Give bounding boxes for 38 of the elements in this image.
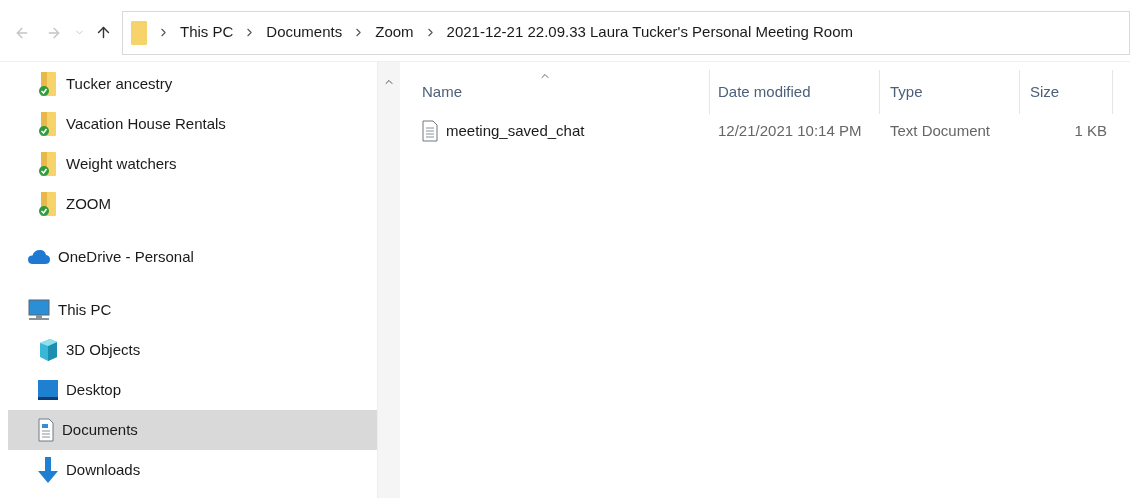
document-icon — [38, 418, 54, 442]
cloud-icon — [28, 250, 50, 264]
up-arrow-icon[interactable] — [95, 24, 112, 41]
breadcrumb[interactable]: Documents — [266, 21, 343, 44]
sidebar-item[interactable]: Tucker ancestry — [8, 64, 377, 104]
address-bar[interactable]: This PC Documents Zoom 2021-12-21 22.09.33 Laura Tucker's Personal Meeting Room — [122, 10, 1130, 55]
sidebar-item[interactable]: ZOOM — [8, 184, 377, 224]
column-header[interactable]: Type — [880, 70, 1020, 114]
computer-icon — [28, 299, 50, 321]
sidebar-item[interactable]: Vacation House Rentals — [8, 104, 377, 144]
type-cell-text: Text Document — [889, 120, 992, 141]
synced-folder-icon — [38, 71, 58, 97]
sidebar-item[interactable]: Downloads — [8, 450, 377, 490]
synced-folder-icon — [38, 111, 58, 137]
synced-folder-icon — [38, 151, 58, 177]
breadcrumb[interactable]: 2021-12-21 22.09.33 Laura Tucker's Personal Meeting Room — [446, 21, 853, 44]
folder-icon — [131, 20, 147, 45]
column-header[interactable]: Name — [400, 70, 710, 114]
scrollbar[interactable] — [378, 62, 400, 498]
sidebar-item[interactable]: Weight watchers — [8, 144, 377, 184]
text-file-icon — [422, 120, 438, 142]
file-row[interactable]: meeting_saved_chat 12/21/2021 10:14 PM Text Document 1 KB — [400, 114, 1130, 148]
breadcrumb[interactable]: Zoom — [375, 21, 414, 44]
synced-folder-icon — [38, 191, 58, 217]
desktop-icon — [38, 380, 58, 400]
cube-icon — [38, 338, 58, 362]
date-modified-cell-text: 12/21/2021 10:14 PM — [717, 120, 863, 141]
file-name: meeting_saved_chat — [446, 120, 585, 141]
sidebar-item[interactable]: Documents — [8, 410, 377, 450]
sidebar-item[interactable]: Desktop — [8, 370, 377, 410]
download-arrow-icon — [38, 457, 58, 483]
column-header[interactable]: Size — [1020, 70, 1113, 114]
sidebar-item[interactable]: This PC — [8, 290, 377, 330]
size-cell-text: 1 KB — [1073, 120, 1108, 141]
breadcrumb[interactable]: This PC — [180, 21, 234, 44]
sidebar-item[interactable]: 3D Objects — [8, 330, 377, 370]
sidebar-item[interactable]: OneDrive - Personal — [8, 237, 377, 277]
column-header[interactable]: Date modified — [710, 70, 880, 114]
